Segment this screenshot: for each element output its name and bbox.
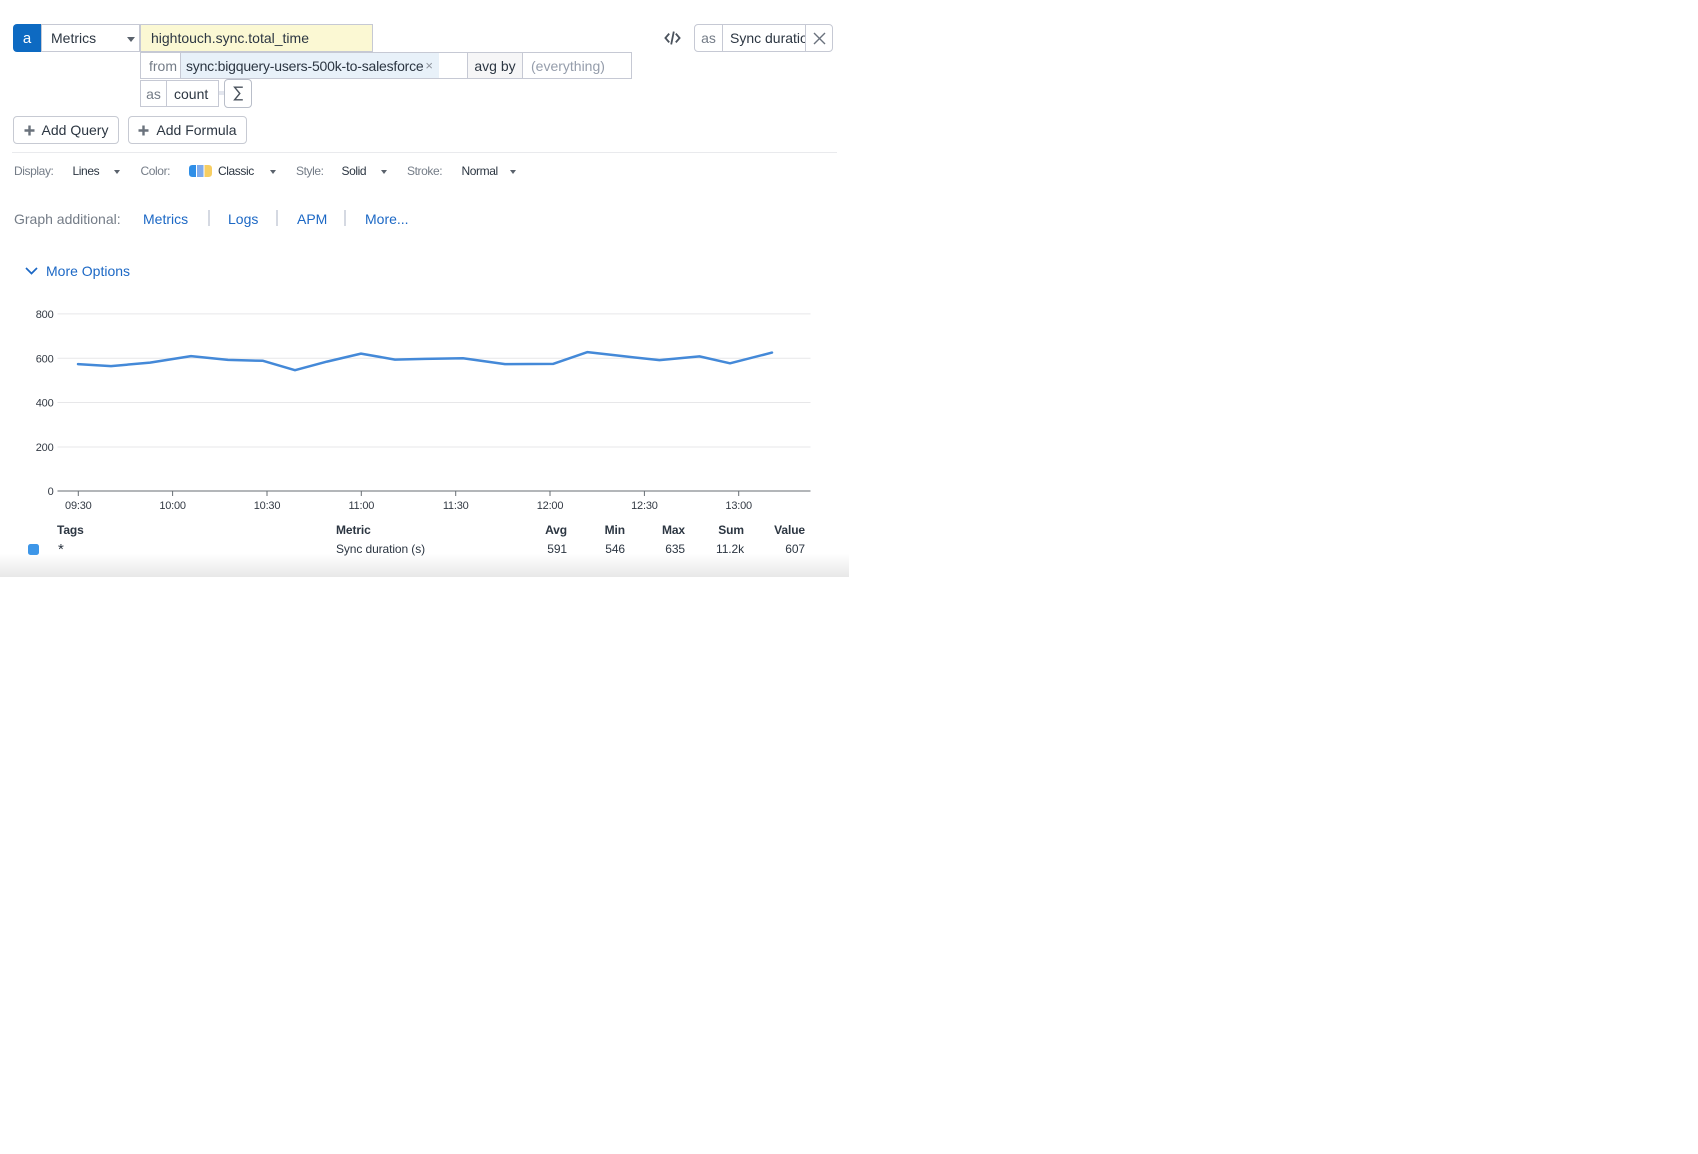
- svg-text:0: 0: [48, 486, 54, 498]
- svg-text:13:00: 13:00: [725, 500, 752, 512]
- svg-text:200: 200: [36, 442, 54, 454]
- svg-text:400: 400: [36, 398, 54, 410]
- svg-text:600: 600: [36, 353, 54, 365]
- svg-text:09:30: 09:30: [65, 500, 92, 512]
- svg-text:11:00: 11:00: [348, 500, 374, 512]
- svg-text:10:30: 10:30: [254, 500, 281, 512]
- svg-text:10:00: 10:00: [159, 500, 186, 512]
- svg-text:11:30: 11:30: [443, 500, 469, 512]
- svg-text:12:00: 12:00: [537, 500, 564, 512]
- svg-text:800: 800: [36, 309, 54, 321]
- svg-text:12:30: 12:30: [631, 500, 658, 512]
